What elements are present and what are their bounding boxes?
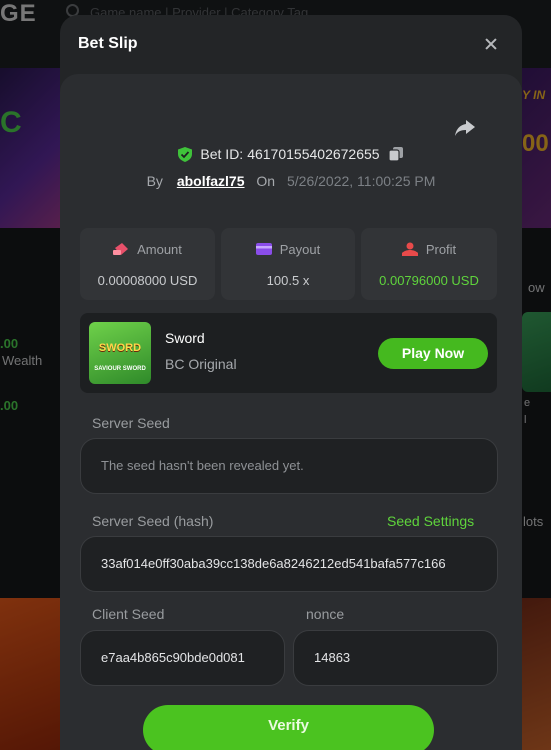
seed-settings-link[interactable]: Seed Settings [387,513,474,529]
copy-icon[interactable] [387,146,404,162]
client-seed-label: Client Seed [92,606,165,622]
stat-payout: Payout 100.5 x [221,228,355,300]
game-thumbnail-subtitle: SAVIOUR SWORD [94,366,146,372]
bet-id-label: Bet ID: [200,146,244,162]
bet-slip-modal: Bet Slip Bet ID: 46170155402672655 By ab… [60,15,522,750]
username-link[interactable]: abolfazl75 [177,173,245,189]
server-seed-field[interactable]: The seed hasn't been revealed yet. [80,438,498,494]
game-name: Sword [165,330,205,346]
verify-button[interactable]: Verify [143,705,434,750]
stat-amount: Amount 0.00008000 USD [80,228,215,300]
stat-profit-label: Profit [425,242,457,257]
profit-icon [401,242,418,259]
verify-label: Verify [268,717,309,734]
close-icon[interactable] [481,34,501,54]
game-thumbnail-title: SWORD [98,342,142,354]
stat-profit: Profit 0.00796000 USD [361,228,497,300]
bet-author-row: By abolfazl75 On 5/26/2022, 11:00:25 PM [60,173,522,189]
share-icon[interactable] [452,115,478,141]
modal-header: Bet Slip [60,15,522,75]
coins-icon [113,242,129,259]
wallet-icon [255,242,272,259]
play-now-button[interactable]: Play Now [378,338,488,369]
server-seed-value: The seed hasn't been revealed yet. [101,458,304,473]
server-seed-hash-label: Server Seed (hash) [92,513,214,529]
client-seed-field[interactable]: e7aa4b865c90bde0d081 [80,630,285,686]
nonce-label: nonce [306,606,345,622]
server-seed-label: Server Seed [92,415,170,431]
shield-check-icon [178,146,193,162]
bet-id-value: 46170155402672655 [247,146,380,162]
nonce-field[interactable]: 14863 [293,630,498,686]
bet-id-row: Bet ID: 46170155402672655 [60,146,522,165]
on-label: On [256,173,276,189]
by-label: By [146,173,163,189]
server-seed-hash-value: 33af014e0ff30aba39cc138de6a8246212ed541b… [101,556,446,571]
client-seed-value: e7aa4b865c90bde0d081 [101,650,245,665]
stat-amount-label: Amount [137,242,182,257]
modal-title: Bet Slip [78,35,138,52]
server-seed-hash-field[interactable]: 33af014e0ff30aba39cc138de6a8246212ed541b… [80,536,498,592]
stat-payout-label: Payout [279,242,321,257]
stat-payout-value: 100.5 x [266,273,310,288]
stat-profit-value: 0.00796000 USD [379,273,479,288]
bet-date: 5/26/2022, 11:00:25 PM [286,173,436,189]
nonce-value: 14863 [314,650,351,665]
game-row: SWORD SAVIOUR SWORD Sword BC Original Pl… [80,313,497,393]
game-thumbnail[interactable]: SWORD SAVIOUR SWORD [89,322,151,384]
stat-amount-value: 0.00008000 USD [97,273,198,288]
game-provider: BC Original [165,356,237,372]
